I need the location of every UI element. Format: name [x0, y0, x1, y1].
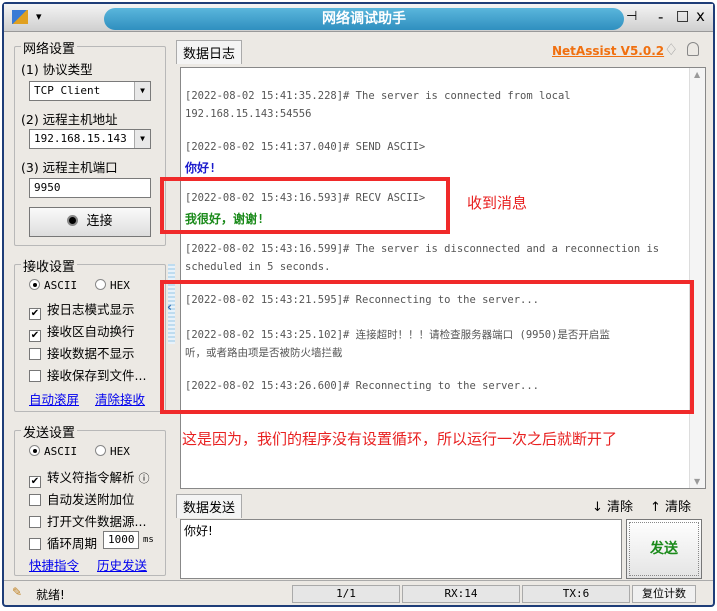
- menu-chevron-down-icon[interactable]: ▾: [36, 10, 42, 23]
- send-ascii-radio[interactable]: ASCII: [29, 445, 77, 458]
- shortcut-link[interactable]: 快捷指令: [29, 555, 79, 574]
- log-line: [2022-08-02 15:41:37.040]# SEND ASCII>: [185, 141, 426, 153]
- app-menu-icon[interactable]: [12, 10, 28, 24]
- received-annotation: 收到消息: [467, 194, 528, 212]
- receive-ascii-radio[interactable]: ASCII: [29, 279, 77, 292]
- title-bar: ▾ 网络调试助手 ⊣ - □ x: [4, 4, 713, 32]
- network-settings-title: 网络设置: [21, 38, 78, 57]
- auto-append-checkbox[interactable]: 自动发送附加位: [29, 489, 135, 508]
- window-title: 网络调试助手: [104, 8, 624, 30]
- port-input[interactable]: 9950: [29, 178, 151, 198]
- protocol-label: (1) 协议类型: [21, 62, 93, 77]
- recv-highlight-box: [160, 177, 450, 234]
- log-line: scheduled in 5 seconds.: [185, 261, 331, 273]
- minimize-button[interactable]: -: [658, 8, 663, 26]
- network-settings-group: 网络设置 (1) 协议类型 TCP Client ▼ (2) 远程主机地址 192…: [14, 38, 166, 246]
- log-line: [2022-08-02 15:41:35.228]# The server is…: [185, 90, 571, 102]
- port-label: (3) 远程主机端口: [21, 160, 118, 175]
- auto-wrap-checkbox[interactable]: ✔ 接收区自动换行: [29, 321, 135, 342]
- clear-send-button[interactable]: ↓ 清除: [592, 496, 633, 515]
- send-button[interactable]: 发送: [626, 519, 702, 579]
- send-hex-radio[interactable]: HEX: [95, 445, 130, 458]
- log-scrollbar[interactable]: ▲ ▼: [689, 68, 705, 488]
- bell-icon[interactable]: [687, 42, 699, 56]
- tab-data-send[interactable]: 数据发送: [176, 494, 243, 518]
- file-source-checkbox[interactable]: 打开文件数据源...: [29, 511, 146, 530]
- save-to-file-checkbox[interactable]: 接收保存到文件...: [29, 365, 146, 384]
- loop-period-checkbox[interactable]: 循环周期: [29, 533, 97, 552]
- tx-counter: TX:6: [522, 585, 630, 603]
- hide-data-checkbox[interactable]: 接收数据不显示: [29, 343, 135, 362]
- period-input[interactable]: 1000: [103, 531, 139, 549]
- chevron-down-icon: ▼: [134, 130, 150, 148]
- page-indicator: 1/1: [292, 585, 400, 603]
- send-settings-group: 发送设置 ASCII HEX ✔ 转义符指令解析 ⓘ 自动发送附加位 打开文件数据…: [14, 422, 166, 576]
- escape-parse-checkbox[interactable]: ✔ 转义符指令解析 ⓘ: [29, 467, 150, 488]
- info-icon[interactable]: ⓘ: [139, 472, 150, 485]
- tab-data-log[interactable]: 数据日志: [176, 40, 243, 64]
- reconnect-highlight-box: [160, 280, 694, 414]
- protocol-value: TCP Client: [34, 84, 101, 97]
- receive-hex-radio[interactable]: HEX: [95, 279, 130, 292]
- host-select[interactable]: 192.168.15.143 ▼: [29, 129, 151, 149]
- pin-icon[interactable]: ⊣: [626, 9, 637, 24]
- version-link[interactable]: NetAssist V5.0.2: [552, 44, 664, 58]
- data-log-area[interactable]: [2022-08-02 15:41:35.228]# The server is…: [180, 67, 706, 489]
- log-line: [2022-08-02 15:43:16.599]# The server is…: [185, 243, 660, 255]
- explanation-annotation: 这是因为，我们的程序没有设置循环，所以运行一次之后就断开了: [182, 430, 618, 448]
- history-link[interactable]: 历史发送: [97, 555, 147, 574]
- receive-settings-title: 接收设置: [21, 256, 78, 275]
- connect-icon: [67, 215, 79, 226]
- rx-counter: RX:14: [402, 585, 520, 603]
- host-label: (2) 远程主机地址: [21, 112, 118, 127]
- log-line: 192.168.15.143:54556: [185, 108, 312, 120]
- autoscroll-link[interactable]: 自动滚屏: [29, 389, 79, 408]
- arrow-down-icon: ↓: [592, 500, 603, 515]
- arrow-up-icon: ↑: [650, 500, 661, 515]
- status-text: 就绪!: [36, 588, 65, 602]
- send-settings-title: 发送设置: [21, 422, 78, 441]
- host-value: 192.168.15.143: [34, 132, 127, 145]
- reset-count-button[interactable]: 复位计数: [632, 585, 696, 603]
- diamond-icon[interactable]: ♢: [664, 40, 678, 59]
- main-window: ▾ 网络调试助手 ⊣ - □ x 网络设置 (1) 协议类型 TCP Clien…: [2, 2, 715, 607]
- chevron-down-icon: ▼: [134, 82, 150, 100]
- maximize-button[interactable]: □: [676, 8, 689, 24]
- protocol-select[interactable]: TCP Client ▼: [29, 81, 151, 101]
- connect-label: 连接: [86, 214, 113, 229]
- log-mode-checkbox[interactable]: ✔ 按日志模式显示: [29, 299, 135, 320]
- clear-receive-link[interactable]: 清除接收: [95, 389, 145, 408]
- connect-button[interactable]: 连接: [29, 207, 151, 237]
- send-input[interactable]: 你好!: [180, 519, 622, 579]
- receive-settings-group: 接收设置 ASCII HEX ✔ 按日志模式显示 ✔ 接收区自动换行 接收数据不显示…: [14, 256, 166, 412]
- period-unit: ms: [143, 535, 154, 545]
- close-button[interactable]: x: [696, 7, 705, 25]
- log-line: 你好!: [185, 161, 217, 175]
- status-bar: ✎ 就绪! 1/1 RX:14 TX:6 复位计数: [4, 580, 713, 605]
- status-icon: ✎: [12, 585, 23, 599]
- clear-history-button[interactable]: ↑ 清除: [650, 496, 691, 515]
